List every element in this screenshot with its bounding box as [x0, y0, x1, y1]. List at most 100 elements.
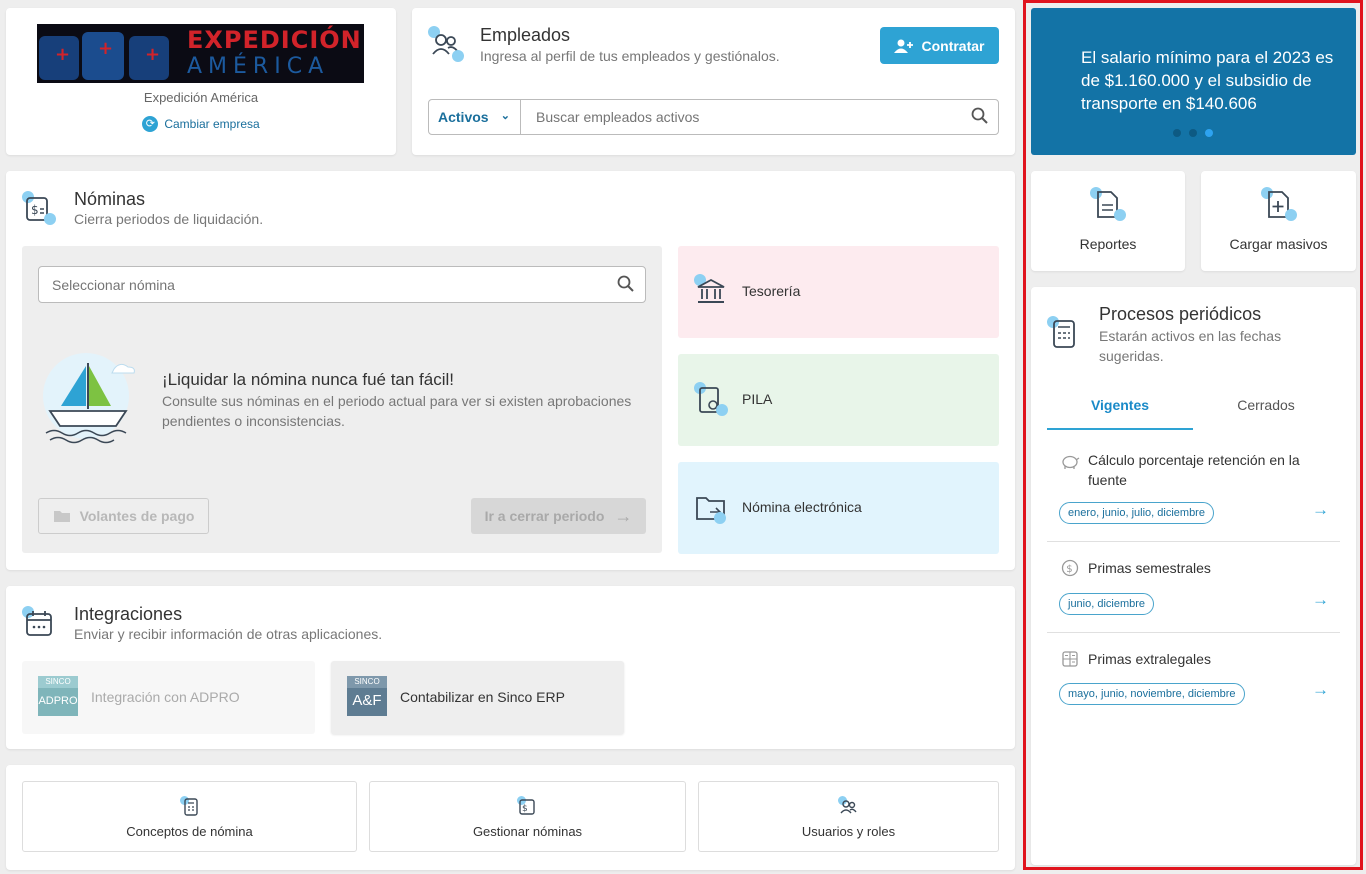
close-period-button[interactable]: Ir a cerrar periodo → — [471, 498, 646, 534]
integrations-subtitle: Enviar y recibir información de otras ap… — [74, 626, 383, 642]
arrow-right-icon[interactable]: → — [1312, 500, 1329, 520]
chevron-down-icon: ⌄ — [500, 110, 510, 122]
svg-text:+: + — [98, 38, 113, 59]
carousel-dot-active[interactable] — [1205, 129, 1213, 137]
svg-text:$: $ — [1066, 564, 1072, 575]
dollar-circle-icon: $ — [1061, 559, 1079, 577]
treasury-label: Tesorería — [742, 283, 801, 299]
reports-button[interactable]: Reportes — [1031, 171, 1185, 271]
electronic-payroll-label: Nómina electrónica — [742, 499, 862, 515]
logo-line-2: AMÉRICA — [187, 54, 330, 79]
close-period-label: Ir a cerrar periodo — [484, 508, 605, 524]
users-icon — [838, 796, 860, 818]
shortcut-users-roles[interactable]: Usuarios y roles — [698, 781, 999, 852]
sync-icon: ⟳ — [142, 116, 159, 132]
arrow-right-icon[interactable]: → — [1312, 680, 1329, 700]
payslips-label: Volantes de pago — [79, 508, 195, 524]
pila-card[interactable]: PILA — [678, 354, 999, 446]
calendar-icon — [22, 606, 58, 642]
employees-title: Empleados — [480, 25, 571, 45]
process-label: Cálculo porcentaje retención en la fuent… — [1088, 452, 1300, 488]
tab-closed[interactable]: Cerrados — [1193, 387, 1339, 430]
company-logo: + + + EXPEDICIÓN AMÉRICA — [37, 24, 364, 83]
payroll-select-input[interactable] — [38, 266, 646, 303]
hire-button[interactable]: Contratar — [880, 27, 999, 64]
carousel-dots[interactable] — [1173, 129, 1213, 137]
pila-label: PILA — [742, 391, 773, 407]
payroll-description: Consulte sus nóminas en el periodo actua… — [162, 393, 632, 429]
integration-sinco-erp[interactable]: SINCO A&F Contabilizar en Sinco ERP — [331, 661, 624, 734]
payroll-icon: $ — [22, 191, 58, 227]
shortcut-users-roles-label: Usuarios y roles — [801, 824, 896, 839]
document-search-icon — [694, 382, 730, 418]
hire-label: Contratar — [921, 37, 985, 54]
payroll-panel: ¡Liquidar la nómina nunca fué tan fácil!… — [22, 246, 662, 553]
shortcut-payroll-concepts[interactable]: Conceptos de nómina — [22, 781, 357, 852]
processes-subtitle: Estarán activos en las fechas sugeridas. — [1099, 328, 1282, 364]
carousel-dot[interactable] — [1173, 129, 1181, 137]
payroll-card: $ Nóminas Cierra periodos de liquidación… — [6, 171, 1015, 570]
integration-sinco-erp-label: Contabilizar en Sinco ERP — [400, 689, 565, 705]
search-icon[interactable] — [971, 107, 989, 125]
payslips-button[interactable]: Volantes de pago — [38, 498, 209, 534]
treasury-card[interactable]: Tesorería — [678, 246, 999, 338]
process-label: Primas semestrales — [1088, 560, 1211, 576]
employee-filter-select[interactable]: Activos ⌄ — [428, 99, 521, 135]
shortcut-payroll-concepts-label: Conceptos de nómina — [126, 824, 253, 839]
payroll-title: Nóminas — [74, 189, 146, 209]
tab-current-label: Vigentes — [1090, 397, 1150, 413]
badge-top: SINCO — [347, 676, 387, 688]
search-icon[interactable] — [617, 275, 635, 293]
shortcut-manage-payroll[interactable]: $ Gestionar nóminas — [369, 781, 686, 852]
banner-text: El salario mínimo para el 2023 es de $1.… — [1081, 48, 1334, 113]
svg-text:$: $ — [522, 804, 528, 814]
piggy-bank-icon — [1062, 455, 1080, 469]
change-company-label: Cambiar empresa — [164, 117, 260, 131]
sinco-adpro-badge: SINCO ADPRO — [38, 676, 78, 716]
svg-text:+: + — [145, 44, 160, 65]
badge-main: A&F — [352, 692, 382, 709]
integration-adpro-label: Integración con ADPRO — [91, 689, 240, 705]
company-card: + + + EXPEDICIÓN AMÉRICA Expedición Amér… — [6, 8, 396, 155]
periodic-processes-card: Procesos periódicos Estarán activos en l… — [1031, 287, 1356, 865]
reports-label: Reportes — [1079, 236, 1137, 252]
folder-icon — [53, 511, 70, 522]
sinco-af-badge: SINCO A&F — [347, 676, 387, 716]
integrations-title: Integraciones — [74, 604, 183, 624]
shortcuts-card: Conceptos de nómina $ Gestionar nóminas … — [6, 765, 1015, 870]
bulk-upload-button[interactable]: Cargar masivos — [1201, 171, 1356, 271]
processes-title: Procesos periódicos — [1099, 304, 1262, 324]
shortcut-manage-payroll-label: Gestionar nóminas — [472, 824, 583, 839]
carousel-dot[interactable] — [1189, 129, 1197, 137]
processes-icon — [1047, 316, 1083, 352]
badge-main: ADPRO — [38, 695, 78, 707]
info-banner: El salario mínimo para el 2023 es de $1.… — [1031, 8, 1356, 155]
arrow-right-icon[interactable]: → — [1312, 590, 1329, 610]
payroll-doc-icon: $ — [517, 796, 539, 818]
process-months-chip: enero, junio, julio, diciembre — [1059, 502, 1214, 524]
electronic-payroll-card[interactable]: Nómina electrónica — [678, 462, 999, 554]
process-item: Cálculo porcentaje retención en la fuent… — [1047, 437, 1340, 542]
tab-current[interactable]: Vigentes — [1047, 387, 1193, 430]
payroll-headline: ¡Liquidar la nómina nunca fué tan fácil! — [162, 370, 455, 389]
employees-subtitle: Ingresa al perfil de tus empleados y ges… — [480, 48, 780, 64]
integration-adpro[interactable]: SINCO ADPRO Integración con ADPRO — [22, 661, 315, 734]
folder-arrow-icon — [694, 490, 730, 526]
employee-search-input[interactable] — [520, 99, 999, 135]
arrow-right-icon: → — [614, 505, 633, 526]
process-months-chip: mayo, junio, noviembre, diciembre — [1059, 683, 1245, 705]
employee-filter-value: Activos — [438, 109, 489, 125]
bank-icon — [694, 274, 730, 310]
process-item: $ Primas semestrales junio, diciembre → — [1047, 543, 1340, 633]
employees-icon — [428, 26, 464, 62]
employees-card: Empleados Ingresa al perfil de tus emple… — [412, 8, 1015, 155]
process-months-chip: junio, diciembre — [1059, 593, 1155, 615]
calculator-icon — [180, 796, 202, 818]
process-label: Primas extralegales — [1088, 651, 1211, 667]
sailboat-illustration — [36, 351, 140, 447]
add-user-icon — [894, 39, 914, 53]
change-company-link[interactable]: ⟳ Cambiar empresa — [6, 116, 396, 132]
tab-closed-label: Cerrados — [1237, 397, 1295, 413]
upload-file-icon — [1261, 187, 1297, 223]
badge-top: SINCO — [38, 676, 78, 688]
